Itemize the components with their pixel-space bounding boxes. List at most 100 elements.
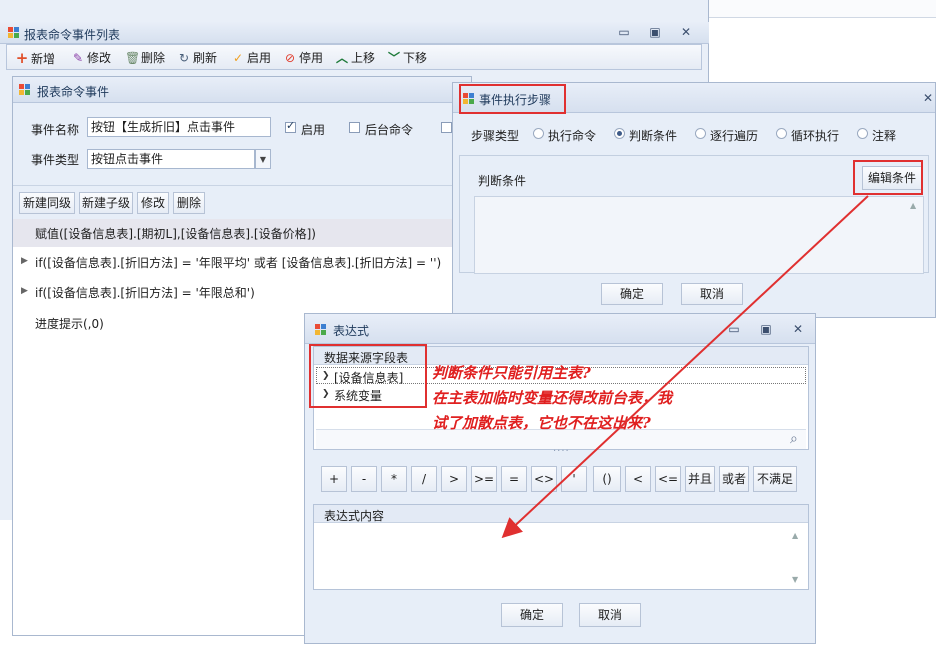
step-type-radio[interactable]: [776, 128, 787, 139]
pencil-icon: ✎: [72, 51, 84, 65]
restore-icon[interactable]: ▣: [757, 321, 775, 337]
refresh-button[interactable]: ↻ 刷新: [177, 49, 217, 67]
step-cancel-button[interactable]: 取消: [681, 283, 743, 305]
restore-icon[interactable]: ▣: [646, 24, 664, 40]
step-type-option[interactable]: 执行命令: [548, 127, 596, 144]
panel-icon: [19, 84, 30, 95]
background-window-edge: [709, 0, 936, 18]
step-ok-button[interactable]: 确定: [601, 283, 663, 305]
step-type-radio[interactable]: [533, 128, 544, 139]
modify-button[interactable]: 修改: [137, 192, 169, 214]
operator-button[interactable]: *: [381, 466, 407, 492]
minimize-icon[interactable]: ▭: [725, 321, 743, 337]
disable-button[interactable]: ⊘ 停用: [283, 49, 323, 67]
content-header: [314, 505, 808, 523]
forbidden-icon: ⊘: [284, 51, 296, 65]
plus-icon: +: [15, 49, 29, 67]
annotation-line: 在主表加临时变量还得改前台表，我: [432, 389, 673, 407]
annotation-line: 试了加散点表，它也不在这出来?: [432, 414, 651, 432]
move-down-button[interactable]: ﹀ 下移: [387, 49, 427, 67]
event-type-select[interactable]: 按钮点击事件: [87, 149, 255, 169]
search-icon[interactable]: ⌕: [790, 431, 798, 447]
step-type-option[interactable]: 判断条件: [629, 127, 677, 144]
tree-toolbar: 新建同级 新建子级 修改 删除: [13, 185, 471, 219]
close-icon[interactable]: ✕: [677, 24, 695, 40]
scroll-down-icon[interactable]: ▼: [792, 575, 798, 584]
expression-title-bar: 表达式 ▭ ▣ ✕: [305, 314, 815, 344]
close-icon[interactable]: ✕: [919, 90, 936, 106]
event-panel-title: 报表命令事件: [37, 85, 110, 99]
edit-button[interactable]: ✎ 修改: [71, 49, 111, 67]
expression-ok-button[interactable]: 确定: [501, 603, 563, 627]
move-up-button[interactable]: ︿ 上移: [335, 49, 375, 67]
tree-item[interactable]: if([设备信息表].[折旧方法] = '年限总和'): [35, 284, 255, 301]
operator-button[interactable]: 或者: [719, 466, 749, 492]
step-type-option[interactable]: 注释: [872, 127, 896, 144]
event-name-label: 事件名称: [31, 123, 80, 137]
expression-dialog-icon: [315, 324, 326, 335]
tree-item[interactable]: 进度提示(,0): [35, 315, 104, 332]
operator-button[interactable]: ': [561, 466, 587, 492]
operator-button[interactable]: <>: [531, 466, 557, 492]
operator-button[interactable]: 并且: [685, 466, 715, 492]
minimize-icon[interactable]: ▭: [615, 24, 633, 40]
operator-button[interactable]: <: [625, 466, 651, 492]
step-type-radio[interactable]: [695, 128, 706, 139]
operator-button[interactable]: /: [411, 466, 437, 492]
scroll-up-icon[interactable]: ▲: [792, 531, 798, 540]
add-button[interactable]: + 新增: [15, 49, 55, 67]
enabled-label: 启用: [301, 123, 326, 137]
expression-cancel-button[interactable]: 取消: [579, 603, 641, 627]
extra-checkbox[interactable]: [441, 122, 452, 133]
check-icon: ✓: [232, 51, 244, 65]
new-sibling-button[interactable]: 新建同级: [19, 192, 75, 214]
condition-label: 判断条件: [478, 174, 527, 188]
operator-button[interactable]: <=: [655, 466, 681, 492]
step-type-option[interactable]: 循环执行: [791, 127, 839, 144]
chevron-up-icon: ︿: [335, 51, 348, 65]
expand-caret-icon[interactable]: ▶: [21, 256, 28, 266]
new-child-button[interactable]: 新建子级: [79, 192, 133, 214]
event-panel-title-bar: 报表命令事件: [13, 77, 471, 103]
scroll-up-icon[interactable]: ▲: [910, 201, 916, 210]
expression-textarea[interactable]: ▲ ▼: [316, 525, 806, 587]
content-label: 表达式内容: [324, 509, 385, 523]
operator-button[interactable]: +: [321, 466, 347, 492]
main-toolbar: + 新增 ✎ 修改 🗑删除 ↻ 刷新 ✓ 启用 ⊘ 停用 ︿ 上移 ﹀ 下移: [6, 44, 702, 70]
condition-textarea[interactable]: ▲: [474, 196, 924, 274]
chevron-down-icon: ﹀: [387, 51, 400, 65]
expand-caret-icon[interactable]: ▶: [21, 286, 28, 296]
event-form: 事件名称 按钮【生成折旧】点击事件 启用 后台命令 事件类型 按钮点击事件 ▼: [13, 103, 471, 185]
remove-button[interactable]: 删除: [173, 192, 205, 214]
step-dialog: 事件执行步骤 ✕ 步骤类型 执行命令 判断条件 逐行遍历 循环执行 注释 判断条…: [452, 82, 936, 318]
refresh-icon: ↻: [178, 51, 190, 65]
delete-button[interactable]: 🗑删除: [125, 49, 165, 67]
enable-button[interactable]: ✓ 启用: [231, 49, 271, 67]
close-icon[interactable]: ✕: [789, 321, 807, 337]
background-command-checkbox[interactable]: [349, 122, 360, 133]
dropdown-arrow-icon[interactable]: ▼: [255, 149, 271, 169]
edit-condition-highlight: [853, 160, 923, 195]
content-panel: 表达式内容 ▲ ▼: [313, 504, 809, 590]
operator-button[interactable]: >=: [471, 466, 497, 492]
enabled-checkbox[interactable]: [285, 119, 296, 133]
main-title-bar: 报表命令事件列表 ▭ ▣ ✕: [0, 22, 709, 44]
operator-button[interactable]: =: [501, 466, 527, 492]
step-type-option[interactable]: 逐行遍历: [710, 127, 758, 144]
event-type-label: 事件类型: [31, 153, 80, 167]
tree-item[interactable]: if([设备信息表].[折旧方法] = '年限平均' 或者 [设备信息表].[折…: [35, 254, 441, 271]
operator-button[interactable]: >: [441, 466, 467, 492]
step-type-radio[interactable]: [857, 128, 868, 139]
app-icon: [8, 27, 19, 38]
annotation-line: 判断条件只能引用主表?: [432, 364, 591, 382]
operator-button[interactable]: -: [351, 466, 377, 492]
tree-item[interactable]: 赋值([设备信息表].[期初L],[设备信息表].[设备价格]): [35, 225, 316, 242]
event-name-input[interactable]: 按钮【生成折旧】点击事件: [87, 117, 271, 137]
operator-button[interactable]: (): [593, 466, 621, 492]
expression-dialog-title: 表达式: [333, 324, 370, 338]
operator-button[interactable]: 不满足: [753, 466, 797, 492]
main-window-title: 报表命令事件列表: [24, 28, 121, 42]
operator-bar: + - * / > >= = <> ' () < <= 并且 或者 不满足: [313, 460, 809, 498]
splitter-handle[interactable]: ····: [553, 446, 570, 457]
step-type-radio[interactable]: [614, 128, 625, 139]
